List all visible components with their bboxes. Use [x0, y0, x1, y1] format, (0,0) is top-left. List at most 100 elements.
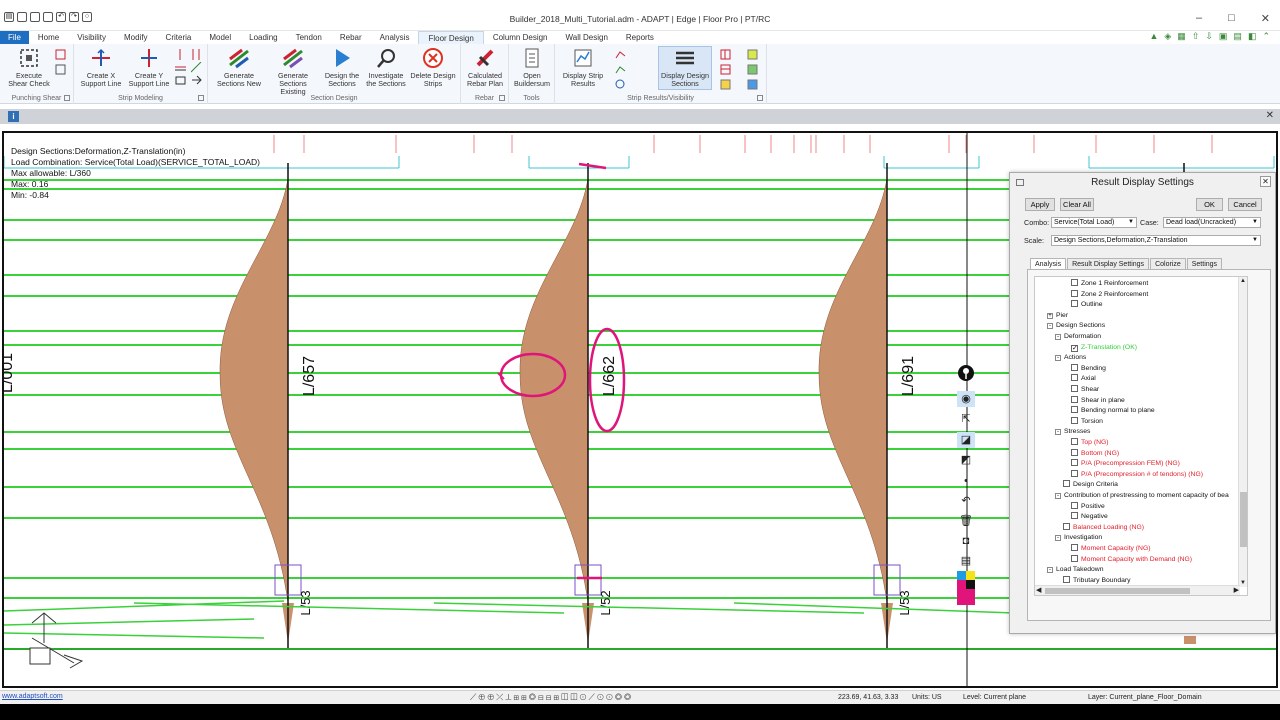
tree-item[interactable]: Moment Capacity with Demand (NG) [1071, 554, 1192, 566]
dialog-close-icon[interactable]: ✕ [1260, 176, 1271, 187]
tree-item[interactable]: Top (NG) [1071, 438, 1109, 449]
strip-tool-2-icon[interactable] [175, 62, 186, 73]
display-design-sections-button[interactable]: Display Design Sections [658, 46, 712, 90]
collapse-icon[interactable]: - [1055, 429, 1061, 436]
tree-item[interactable]: - Deformation [1055, 332, 1101, 343]
apply-button[interactable]: Apply [1025, 198, 1055, 211]
ruler-icon[interactable]: ◩ [957, 452, 975, 468]
tree-checkbox[interactable] [1071, 469, 1078, 477]
tree-checkbox[interactable] [1071, 289, 1078, 297]
scroll-left-icon[interactable]: ◀ [1036, 586, 1041, 594]
visibility-tool-2-icon[interactable] [720, 64, 731, 75]
up-arrow-icon[interactable]: ▲ [1149, 31, 1158, 42]
shear-settings-icon[interactable] [55, 49, 66, 60]
tree-item[interactable]: Moment Capacity (NG) [1071, 544, 1151, 555]
tree-checkbox[interactable] [1063, 575, 1070, 583]
delete-design-strips-button[interactable]: Delete Design Strips [410, 47, 456, 88]
tree-item[interactable]: - Contribution of prestressing to moment … [1055, 491, 1229, 502]
tree-checkbox[interactable] [1071, 448, 1078, 456]
tree-checkbox[interactable] [1071, 363, 1078, 371]
expand-icon[interactable]: + [1047, 312, 1053, 319]
tree-item[interactable]: + Pier [1047, 311, 1068, 322]
result-tree[interactable]: Zone 1 Reinforcement Zone 2 Reinforcement… [1034, 276, 1248, 596]
info-bar-close-icon[interactable]: ✕ [1266, 110, 1274, 121]
tree-checkbox[interactable] [1063, 480, 1070, 488]
tree-checkbox[interactable] [1071, 544, 1078, 551]
scale-select[interactable]: Design Sections,Deformation,Z-Translatio… [1051, 235, 1261, 246]
create-x-support-line-button[interactable]: Create X Support Line [78, 47, 124, 88]
panel-icon[interactable]: ◧ [1248, 31, 1257, 42]
minimize-icon[interactable]: – [1196, 12, 1202, 25]
ruler-highlight-icon[interactable]: ◪ [957, 432, 975, 448]
visibility-tool-6-icon[interactable] [747, 79, 758, 90]
tree-item[interactable]: Z-Translation (OK) [1071, 343, 1137, 354]
pin-icon[interactable] [957, 364, 975, 381]
layers-icon[interactable]: ▤ [1233, 31, 1242, 42]
shear-report-icon[interactable] [55, 64, 66, 75]
tab-floor-design[interactable]: Floor Design [418, 31, 484, 44]
tab-modify[interactable]: Modify [115, 31, 157, 44]
result-tool-1-icon[interactable] [615, 49, 626, 60]
expand-icon[interactable]: ⌃ [1262, 31, 1270, 42]
group-launcher[interactable] [499, 95, 505, 101]
select-arrow-icon[interactable]: ⇱ [957, 411, 975, 427]
scroll-thumb[interactable] [1045, 588, 1190, 594]
result-tool-3-icon[interactable] [615, 79, 626, 90]
execute-shear-check-button[interactable]: Execute Shear Check [6, 47, 52, 88]
tree-checkbox[interactable] [1071, 459, 1078, 467]
visibility-tool-1-icon[interactable] [720, 49, 731, 60]
tree-checkbox[interactable] [1071, 554, 1078, 562]
tree-item[interactable]: Bending normal to plane [1071, 406, 1155, 417]
tree-checkbox[interactable] [1071, 416, 1078, 424]
strip-tool-4-icon[interactable] [191, 49, 202, 60]
collapse-icon[interactable]: - [1047, 567, 1053, 574]
tree-item[interactable]: Shear [1071, 385, 1099, 396]
maximize-icon[interactable]: □ [1228, 12, 1235, 25]
tab-criteria[interactable]: Criteria [157, 31, 201, 44]
tab-file[interactable]: File [0, 31, 29, 44]
tree-item[interactable]: Bending [1071, 363, 1106, 375]
clear-all-button[interactable]: Clear All [1060, 198, 1094, 211]
tree-checkbox[interactable] [1071, 438, 1078, 445]
tree-item[interactable]: Shear in plane [1071, 395, 1125, 407]
tree-item[interactable]: Design Criteria [1063, 480, 1118, 491]
color-palette-icon[interactable] [957, 571, 975, 607]
investigate-the-sections-button[interactable]: Investigate the Sections [364, 47, 408, 88]
tree-checkbox[interactable] [1071, 395, 1078, 403]
dot-icon[interactable]: • [957, 473, 975, 489]
trash-icon[interactable]: 🗑 [957, 513, 975, 529]
collapse-icon[interactable]: - [1055, 355, 1061, 362]
tree-item[interactable]: - Design Sections [1047, 321, 1105, 332]
group-launcher[interactable] [64, 95, 70, 101]
tree-checkbox[interactable] [1063, 522, 1070, 530]
tree-item[interactable]: Outline [1071, 300, 1103, 311]
nav-down-icon[interactable]: ⇩ [1205, 31, 1213, 42]
layout-icon[interactable]: ▣ [1219, 31, 1228, 42]
collapse-icon[interactable]: - [1047, 323, 1053, 330]
design-the-sections-button[interactable]: Design the Sections [322, 47, 362, 88]
case-select[interactable]: Dead load(Uncracked) ▼ [1163, 217, 1261, 228]
tree-checkbox[interactable] [1071, 501, 1078, 509]
tab-column-design[interactable]: Column Design [484, 31, 557, 44]
tree-item[interactable]: Balanced Loading (NG) [1063, 522, 1144, 534]
strip-tool-3-icon[interactable] [175, 75, 186, 86]
tab-visibility[interactable]: Visibility [68, 31, 115, 44]
group-launcher[interactable] [198, 95, 204, 101]
tree-item[interactable]: Bottom (NG) [1071, 448, 1119, 460]
tree-item[interactable]: P/A (Precompression FEM) (NG) [1071, 459, 1180, 470]
tree-checkbox[interactable] [1071, 374, 1078, 382]
tab-analysis[interactable]: Analysis [371, 31, 419, 44]
visibility-tool-5-icon[interactable] [747, 64, 758, 75]
snap-toolbar-icons[interactable]: ⟋⊕⊕⤫⊥⊞⊞◎⊟⊟⊞◫◫⊙⟋⊙⊙◎◎ [470, 692, 633, 703]
close-icon[interactable]: ✕ [1261, 12, 1270, 25]
tree-item[interactable]: Axial [1071, 374, 1096, 385]
collapse-icon[interactable]: - [1055, 535, 1061, 542]
tree-vertical-scrollbar[interactable]: ▲ ▼ [1238, 277, 1247, 587]
view-3d-icon[interactable]: ◈ [1164, 31, 1171, 42]
nav-up-icon[interactable]: ⇧ [1192, 31, 1200, 42]
tree-horizontal-scrollbar[interactable]: ◀ ▶ [1035, 585, 1240, 595]
tree-item[interactable]: Positive [1071, 501, 1105, 513]
tab-reports[interactable]: Reports [617, 31, 663, 44]
display-strip-results-button[interactable]: Display Strip Results [559, 47, 607, 88]
calculated-rebar-plan-button[interactable]: Calculated Rebar Plan [463, 47, 507, 88]
